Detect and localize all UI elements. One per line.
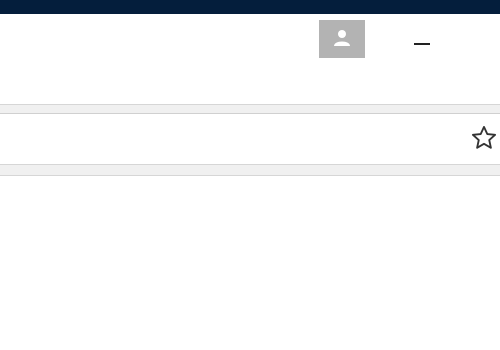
star-outline-icon [471, 125, 497, 149]
title-bar [0, 14, 500, 104]
profile-button[interactable] [319, 20, 365, 58]
minimize-button[interactable] [404, 28, 438, 58]
toolbar-divider-bottom [0, 164, 500, 176]
minimize-icon [414, 43, 430, 45]
address-toolbar [0, 114, 500, 164]
toolbar-divider-top [0, 104, 500, 114]
bookmark-star-button[interactable] [470, 124, 500, 154]
page-content-area [0, 176, 500, 350]
person-icon [334, 30, 350, 46]
window-top-strip [0, 0, 500, 14]
